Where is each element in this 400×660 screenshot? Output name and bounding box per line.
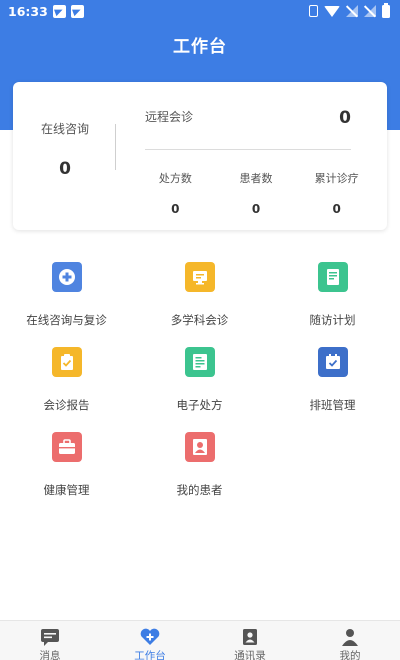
vibrate-icon xyxy=(309,5,318,17)
sub-stat-value: 0 xyxy=(171,202,180,216)
monitor-icon xyxy=(184,262,215,292)
medical-cross-icon xyxy=(51,262,82,292)
grid-item-label: 健康管理 xyxy=(43,483,90,497)
prescription-count-stat[interactable]: 处方数 0 xyxy=(135,170,216,216)
tab-messages[interactable]: 消息 xyxy=(0,621,100,660)
patient-icon xyxy=(184,432,215,462)
wifi-icon xyxy=(324,5,340,17)
battery-icon xyxy=(382,2,390,18)
grid-item-health-management[interactable]: 健康管理 xyxy=(0,432,133,498)
grid-item-label: 会诊报告 xyxy=(43,398,90,412)
stats-card: 在线咨询 0 远程会诊 0 处方数 0 患者数 0 累计诊疗 0 xyxy=(13,82,387,230)
tab-label: 通讯录 xyxy=(234,650,266,660)
online-consult-label: 在线咨询 xyxy=(40,122,89,136)
grid-item-mdt-consult[interactable]: 多学科会诊 xyxy=(133,262,266,328)
sub-stat-value: 0 xyxy=(251,202,261,216)
status-bar: 16:33 xyxy=(0,0,400,22)
grid-item-label: 随访计划 xyxy=(309,313,356,327)
workbench-icon xyxy=(139,628,161,646)
remote-consult-label: 远程会诊 xyxy=(145,110,194,124)
no-signal-icon xyxy=(364,5,376,17)
patient-count-stat[interactable]: 患者数 0 xyxy=(216,170,297,216)
calendar-icon xyxy=(317,347,348,377)
remote-consult-value: 0 xyxy=(339,108,351,128)
total-treatment-stat[interactable]: 累计诊疗 0 xyxy=(296,170,377,216)
medical-kit-icon xyxy=(51,432,82,462)
tab-label: 消息 xyxy=(39,650,61,660)
horizontal-divider xyxy=(145,149,351,150)
tab-workbench[interactable]: 工作台 xyxy=(100,621,200,660)
sub-stats: 处方数 0 患者数 0 累计诊疗 0 xyxy=(145,170,377,216)
contacts-icon xyxy=(239,628,261,646)
grid-item-consult-report[interactable]: 会诊报告 xyxy=(0,347,133,413)
tab-label: 工作台 xyxy=(134,650,166,660)
clipboard-icon xyxy=(51,347,82,377)
grid-item-label: 排班管理 xyxy=(309,398,356,412)
bottom-tab-bar: 消息 工作台 通讯录 我的 xyxy=(0,620,400,660)
online-consult-value: 0 xyxy=(59,159,71,179)
profile-icon xyxy=(339,628,361,646)
tab-profile[interactable]: 我的 xyxy=(300,621,400,660)
grid-item-my-patients[interactable]: 我的患者 xyxy=(133,432,266,498)
prescription-icon xyxy=(184,347,215,377)
grid-item-schedule[interactable]: 排班管理 xyxy=(266,347,399,413)
grid-item-follow-up[interactable]: 随访计划 xyxy=(266,262,399,328)
no-signal-icon xyxy=(346,5,358,17)
vertical-divider xyxy=(115,124,116,170)
sub-stat-label: 患者数 xyxy=(239,172,273,185)
sub-stat-label: 累计诊疗 xyxy=(314,172,359,185)
telegram-icon xyxy=(70,4,84,18)
page-title: 工作台 xyxy=(173,37,227,57)
online-consult-stat[interactable]: 在线咨询 0 xyxy=(13,120,117,179)
grid-item-label: 多学科会诊 xyxy=(170,313,229,327)
sub-stat-value: 0 xyxy=(332,202,341,216)
grid-item-label: 在线咨询与复诊 xyxy=(26,313,107,327)
grid-item-online-consult[interactable]: 在线咨询与复诊 xyxy=(0,262,133,328)
grid-item-e-prescription[interactable]: 电子处方 xyxy=(133,347,266,413)
message-icon xyxy=(39,628,61,646)
status-time: 16:33 xyxy=(8,3,48,19)
telegram-icon xyxy=(52,4,66,18)
grid-item-label: 电子处方 xyxy=(176,398,223,412)
tab-contacts[interactable]: 通讯录 xyxy=(200,621,300,660)
grid-item-label: 我的患者 xyxy=(176,483,223,497)
sub-stat-label: 处方数 xyxy=(158,172,192,185)
tab-label: 我的 xyxy=(339,650,361,660)
document-icon xyxy=(317,262,348,292)
